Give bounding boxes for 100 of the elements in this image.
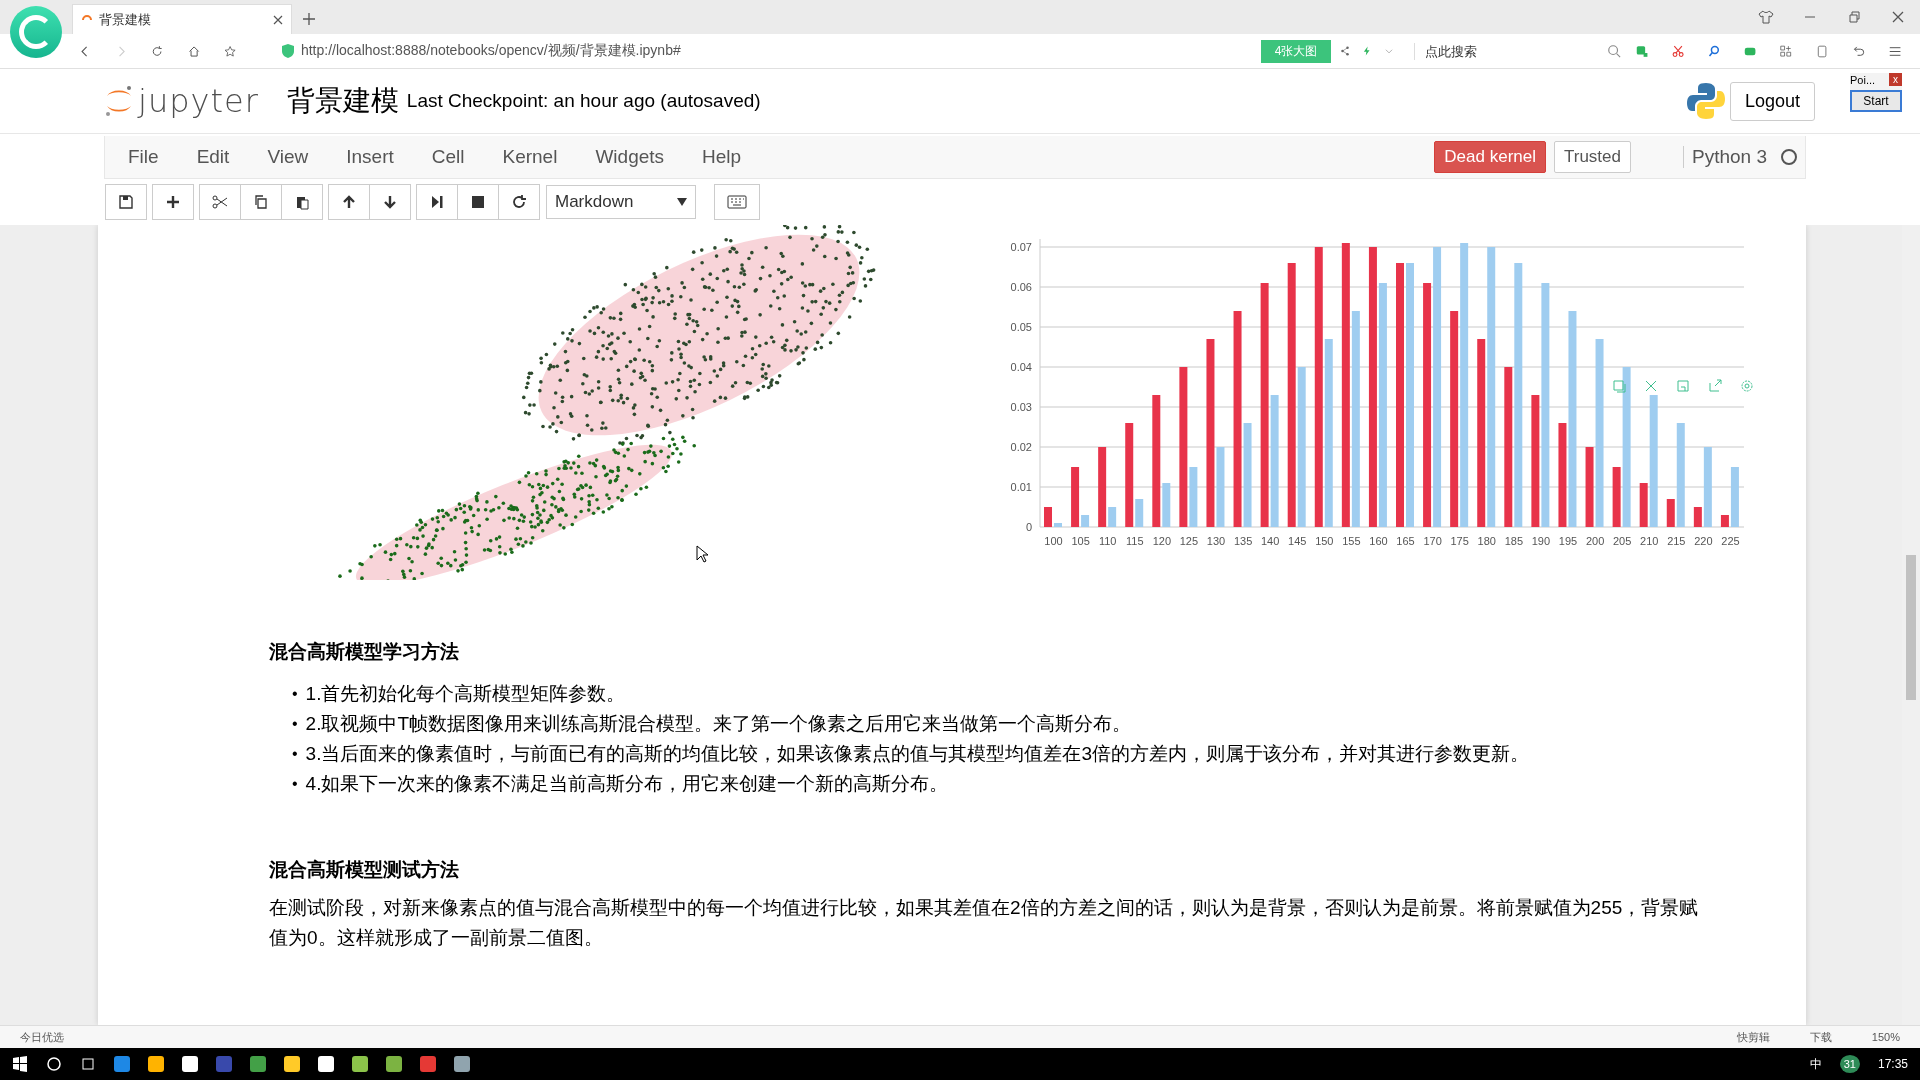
taskbar-app-icon[interactable] bbox=[148, 1056, 164, 1072]
status-text[interactable]: 今日优选 bbox=[20, 1029, 64, 1045]
run-button[interactable] bbox=[416, 184, 458, 220]
y-tick-label: 0.06 bbox=[1010, 281, 1032, 293]
x-tick-label: 115 bbox=[1126, 535, 1144, 547]
paste-button[interactable] bbox=[281, 184, 323, 220]
list-item: 1.首先初始化每个高斯模型矩阵参数。 bbox=[305, 682, 626, 706]
taskbar-app-icon[interactable] bbox=[386, 1056, 402, 1072]
menu-item[interactable]: Cell bbox=[418, 140, 478, 174]
cut-button[interactable] bbox=[199, 184, 241, 220]
search-icon[interactable] bbox=[46, 1056, 62, 1072]
list-item: 3.当后面来的像素值时，与前面已有的高斯的均值比较，如果该像素点的值与其模型均值差在3倍的方差内，则属于该分布，并对其进行参数更新。 bbox=[305, 742, 1530, 766]
copy-button[interactable] bbox=[240, 184, 282, 220]
bullet: • bbox=[292, 714, 298, 734]
x-tick-label: 185 bbox=[1504, 535, 1524, 547]
x-tick-label: 200 bbox=[1585, 535, 1605, 547]
notebook-title[interactable]: 背景建模 bbox=[286, 82, 399, 120]
stop-button[interactable] bbox=[457, 184, 499, 220]
x-tick-label: 210 bbox=[1640, 535, 1659, 547]
list-item: 2.取视频中T帧数据图像用来训练高斯混合模型。来了第一个像素之后用它来当做第一个高斯分布。 bbox=[305, 712, 1132, 736]
keyboard-button[interactable] bbox=[714, 184, 760, 220]
status-item[interactable]: 150% bbox=[1871, 1031, 1900, 1043]
close-icon[interactable] bbox=[1890, 9, 1906, 25]
scissors-icon bbox=[212, 194, 228, 210]
bullet: • bbox=[292, 774, 298, 794]
x-tick-label: 110 bbox=[1098, 535, 1117, 547]
x-tick-label: 145 bbox=[1288, 535, 1307, 547]
clock[interactable]: 17:35 bbox=[1877, 1057, 1908, 1071]
close-icon[interactable] bbox=[273, 14, 283, 25]
x-tick-label: 150 bbox=[1315, 535, 1334, 547]
menu-item[interactable]: Edit bbox=[183, 140, 243, 174]
logout-button[interactable]: Logout bbox=[1729, 81, 1815, 121]
new-tab-icon[interactable] bbox=[302, 12, 316, 26]
share-icon[interactable] bbox=[1340, 44, 1351, 58]
save-button[interactable] bbox=[105, 184, 147, 220]
jupyter-logo-icon[interactable] bbox=[104, 84, 134, 118]
browser-logo-icon[interactable] bbox=[10, 6, 62, 58]
stop-icon bbox=[470, 194, 486, 210]
status-item[interactable]: 下载 bbox=[1809, 1029, 1832, 1045]
taskbar-app-icon[interactable] bbox=[284, 1056, 300, 1072]
recorder-close-button[interactable]: x bbox=[1889, 73, 1902, 86]
recorder-title: Poi... bbox=[1850, 73, 1876, 86]
move-up-button[interactable] bbox=[328, 184, 370, 220]
plus-icon bbox=[165, 194, 181, 210]
export-icon[interactable] bbox=[1708, 379, 1722, 393]
settings-icon[interactable] bbox=[1740, 379, 1754, 393]
taskbar-app-icon[interactable] bbox=[318, 1056, 334, 1072]
notification-badge[interactable]: 31 bbox=[1839, 1055, 1860, 1073]
save-icon[interactable] bbox=[1676, 379, 1690, 393]
bullet: • bbox=[292, 744, 298, 764]
x-tick-label: 135 bbox=[1233, 535, 1253, 547]
y-tick-label: 0 bbox=[1025, 521, 1032, 533]
windows-start-icon[interactable] bbox=[12, 1056, 28, 1072]
jupyter-wordmark[interactable]: jupyter bbox=[138, 82, 259, 120]
taskbar-app-icon[interactable] bbox=[352, 1056, 368, 1072]
menu-item[interactable]: Kernel bbox=[489, 140, 571, 174]
x-tick-label: 130 bbox=[1206, 535, 1226, 547]
zoom-icon[interactable] bbox=[1612, 379, 1626, 393]
python-logo-icon bbox=[1685, 81, 1726, 121]
taskbar-app-icon[interactable] bbox=[454, 1056, 470, 1072]
y-tick-label: 0.01 bbox=[1010, 481, 1032, 493]
histogram-bar bbox=[1044, 507, 1052, 527]
x-tick-label: 180 bbox=[1477, 535, 1496, 547]
trusted-indicator[interactable]: Trusted bbox=[1554, 141, 1631, 173]
task-view-icon[interactable] bbox=[80, 1056, 96, 1072]
add-cell-button[interactable] bbox=[152, 184, 194, 220]
paragraph: 在测试阶段，对新来像素点的值与混合高斯模型中的每一个均值进行比较，如果其差值在2倍的方差之间的话，则认为是背景，否则认为是前景。将前景赋值为255，背景赋值为0。这样就形成了一副前景二值图。 bbox=[269, 896, 1700, 950]
menu-item[interactable]: Help bbox=[689, 140, 755, 174]
menu-item[interactable]: File bbox=[115, 140, 172, 174]
mouse-cursor-icon bbox=[696, 545, 708, 563]
kernel-status-indicator[interactable]: Dead kernel bbox=[1434, 141, 1546, 173]
y-tick-label: 0.04 bbox=[1010, 361, 1032, 373]
cell-type-dropdown[interactable]: Markdown bbox=[546, 185, 696, 219]
shirt-icon[interactable] bbox=[1758, 9, 1774, 25]
taskbar-app-icon[interactable] bbox=[182, 1056, 198, 1072]
taskbar-app-icon[interactable] bbox=[250, 1056, 266, 1072]
input-method-indicator[interactable]: 中 bbox=[1809, 1055, 1822, 1073]
address-field[interactable]: http://localhost:8888/notebooks/opencv/视频/背景建模.ipynb# bbox=[280, 42, 955, 60]
start-button[interactable]: Start bbox=[1850, 90, 1902, 112]
x-tick-label: 220 bbox=[1694, 535, 1713, 547]
x-tick-label: 190 bbox=[1531, 535, 1551, 547]
menu-item[interactable]: View bbox=[254, 140, 322, 174]
status-item[interactable]: 快剪辑 bbox=[1736, 1029, 1770, 1045]
histogram-bar bbox=[1054, 523, 1062, 527]
restore-icon[interactable] bbox=[1846, 9, 1862, 25]
x-tick-label: 225 bbox=[1721, 535, 1740, 547]
browser-tab[interactable]: 背景建模 bbox=[72, 4, 292, 34]
run-icon bbox=[429, 194, 445, 210]
x-tick-label: 195 bbox=[1558, 535, 1578, 547]
y-tick-label: 0.05 bbox=[1010, 321, 1032, 333]
taskbar-app-icon[interactable] bbox=[420, 1056, 436, 1072]
x-tick-label: 165 bbox=[1396, 535, 1415, 547]
reset-icon[interactable] bbox=[1644, 379, 1658, 393]
copy-icon bbox=[253, 194, 269, 210]
move-down-button[interactable] bbox=[369, 184, 411, 220]
restart-button[interactable] bbox=[498, 184, 540, 220]
taskbar-app-icon[interactable] bbox=[114, 1056, 130, 1072]
menu-item[interactable]: Widgets bbox=[582, 140, 678, 174]
y-tick-label: 0.07 bbox=[1010, 241, 1032, 253]
menu-item[interactable]: Insert bbox=[333, 140, 407, 174]
